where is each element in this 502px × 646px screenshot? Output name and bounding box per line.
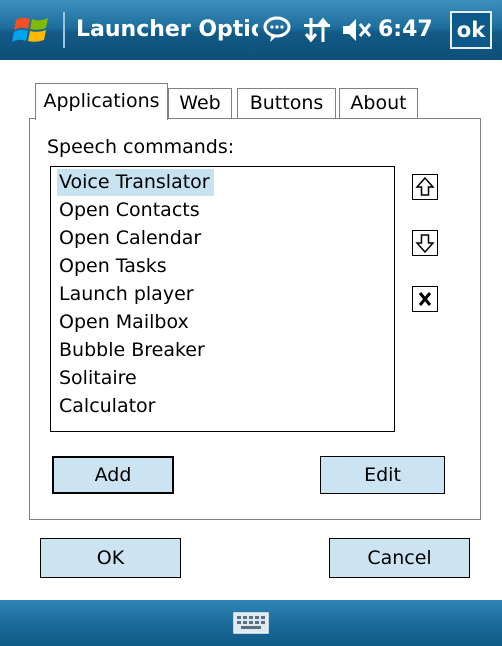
title-ok-button[interactable]: ok xyxy=(450,11,492,49)
speech-commands-label: Speech commands: xyxy=(47,136,235,158)
x-icon xyxy=(418,292,432,306)
list-item[interactable]: Calculator xyxy=(57,393,159,420)
move-up-button[interactable] xyxy=(412,174,438,200)
list-item[interactable]: Solitaire xyxy=(57,365,141,392)
clock-time[interactable]: 6:47 xyxy=(378,14,433,46)
ok-button[interactable]: OK xyxy=(40,538,181,578)
speech-bubble-icon[interactable] xyxy=(262,15,292,45)
tab-about[interactable]: About xyxy=(339,88,418,119)
delete-button[interactable] xyxy=(412,286,438,312)
list-item[interactable]: Open Calendar xyxy=(57,225,205,252)
title-separator xyxy=(63,12,65,48)
window-title: Launcher Options xyxy=(76,17,258,42)
arrow-down-icon xyxy=(415,234,435,254)
arrow-up-icon xyxy=(415,176,435,196)
edit-button[interactable]: Edit xyxy=(320,456,445,494)
list-item[interactable]: Launch player xyxy=(57,281,198,308)
keyboard-icon[interactable] xyxy=(233,612,269,634)
list-item[interactable]: Bubble Breaker xyxy=(57,337,209,364)
list-item[interactable]: Voice Translator xyxy=(57,169,214,196)
cancel-button[interactable]: Cancel xyxy=(329,538,470,578)
add-button[interactable]: Add xyxy=(52,456,174,494)
tab-buttons[interactable]: Buttons xyxy=(237,88,336,119)
speech-commands-list[interactable]: Voice Translator Open Contacts Open Cale… xyxy=(50,166,395,432)
list-item[interactable]: Open Contacts xyxy=(57,197,204,224)
speaker-muted-icon[interactable] xyxy=(340,15,374,45)
tab-applications[interactable]: Applications xyxy=(35,83,168,120)
softkey-bar xyxy=(0,600,502,646)
title-bar: Launcher Options 6:47 ok xyxy=(0,0,502,60)
list-item[interactable]: Open Mailbox xyxy=(57,309,193,336)
move-down-button[interactable] xyxy=(412,230,438,256)
list-item[interactable]: Open Tasks xyxy=(57,253,171,280)
windows-flag-icon[interactable] xyxy=(12,10,52,50)
connectivity-arrows-icon[interactable] xyxy=(302,15,332,45)
tab-web[interactable]: Web xyxy=(168,88,232,119)
